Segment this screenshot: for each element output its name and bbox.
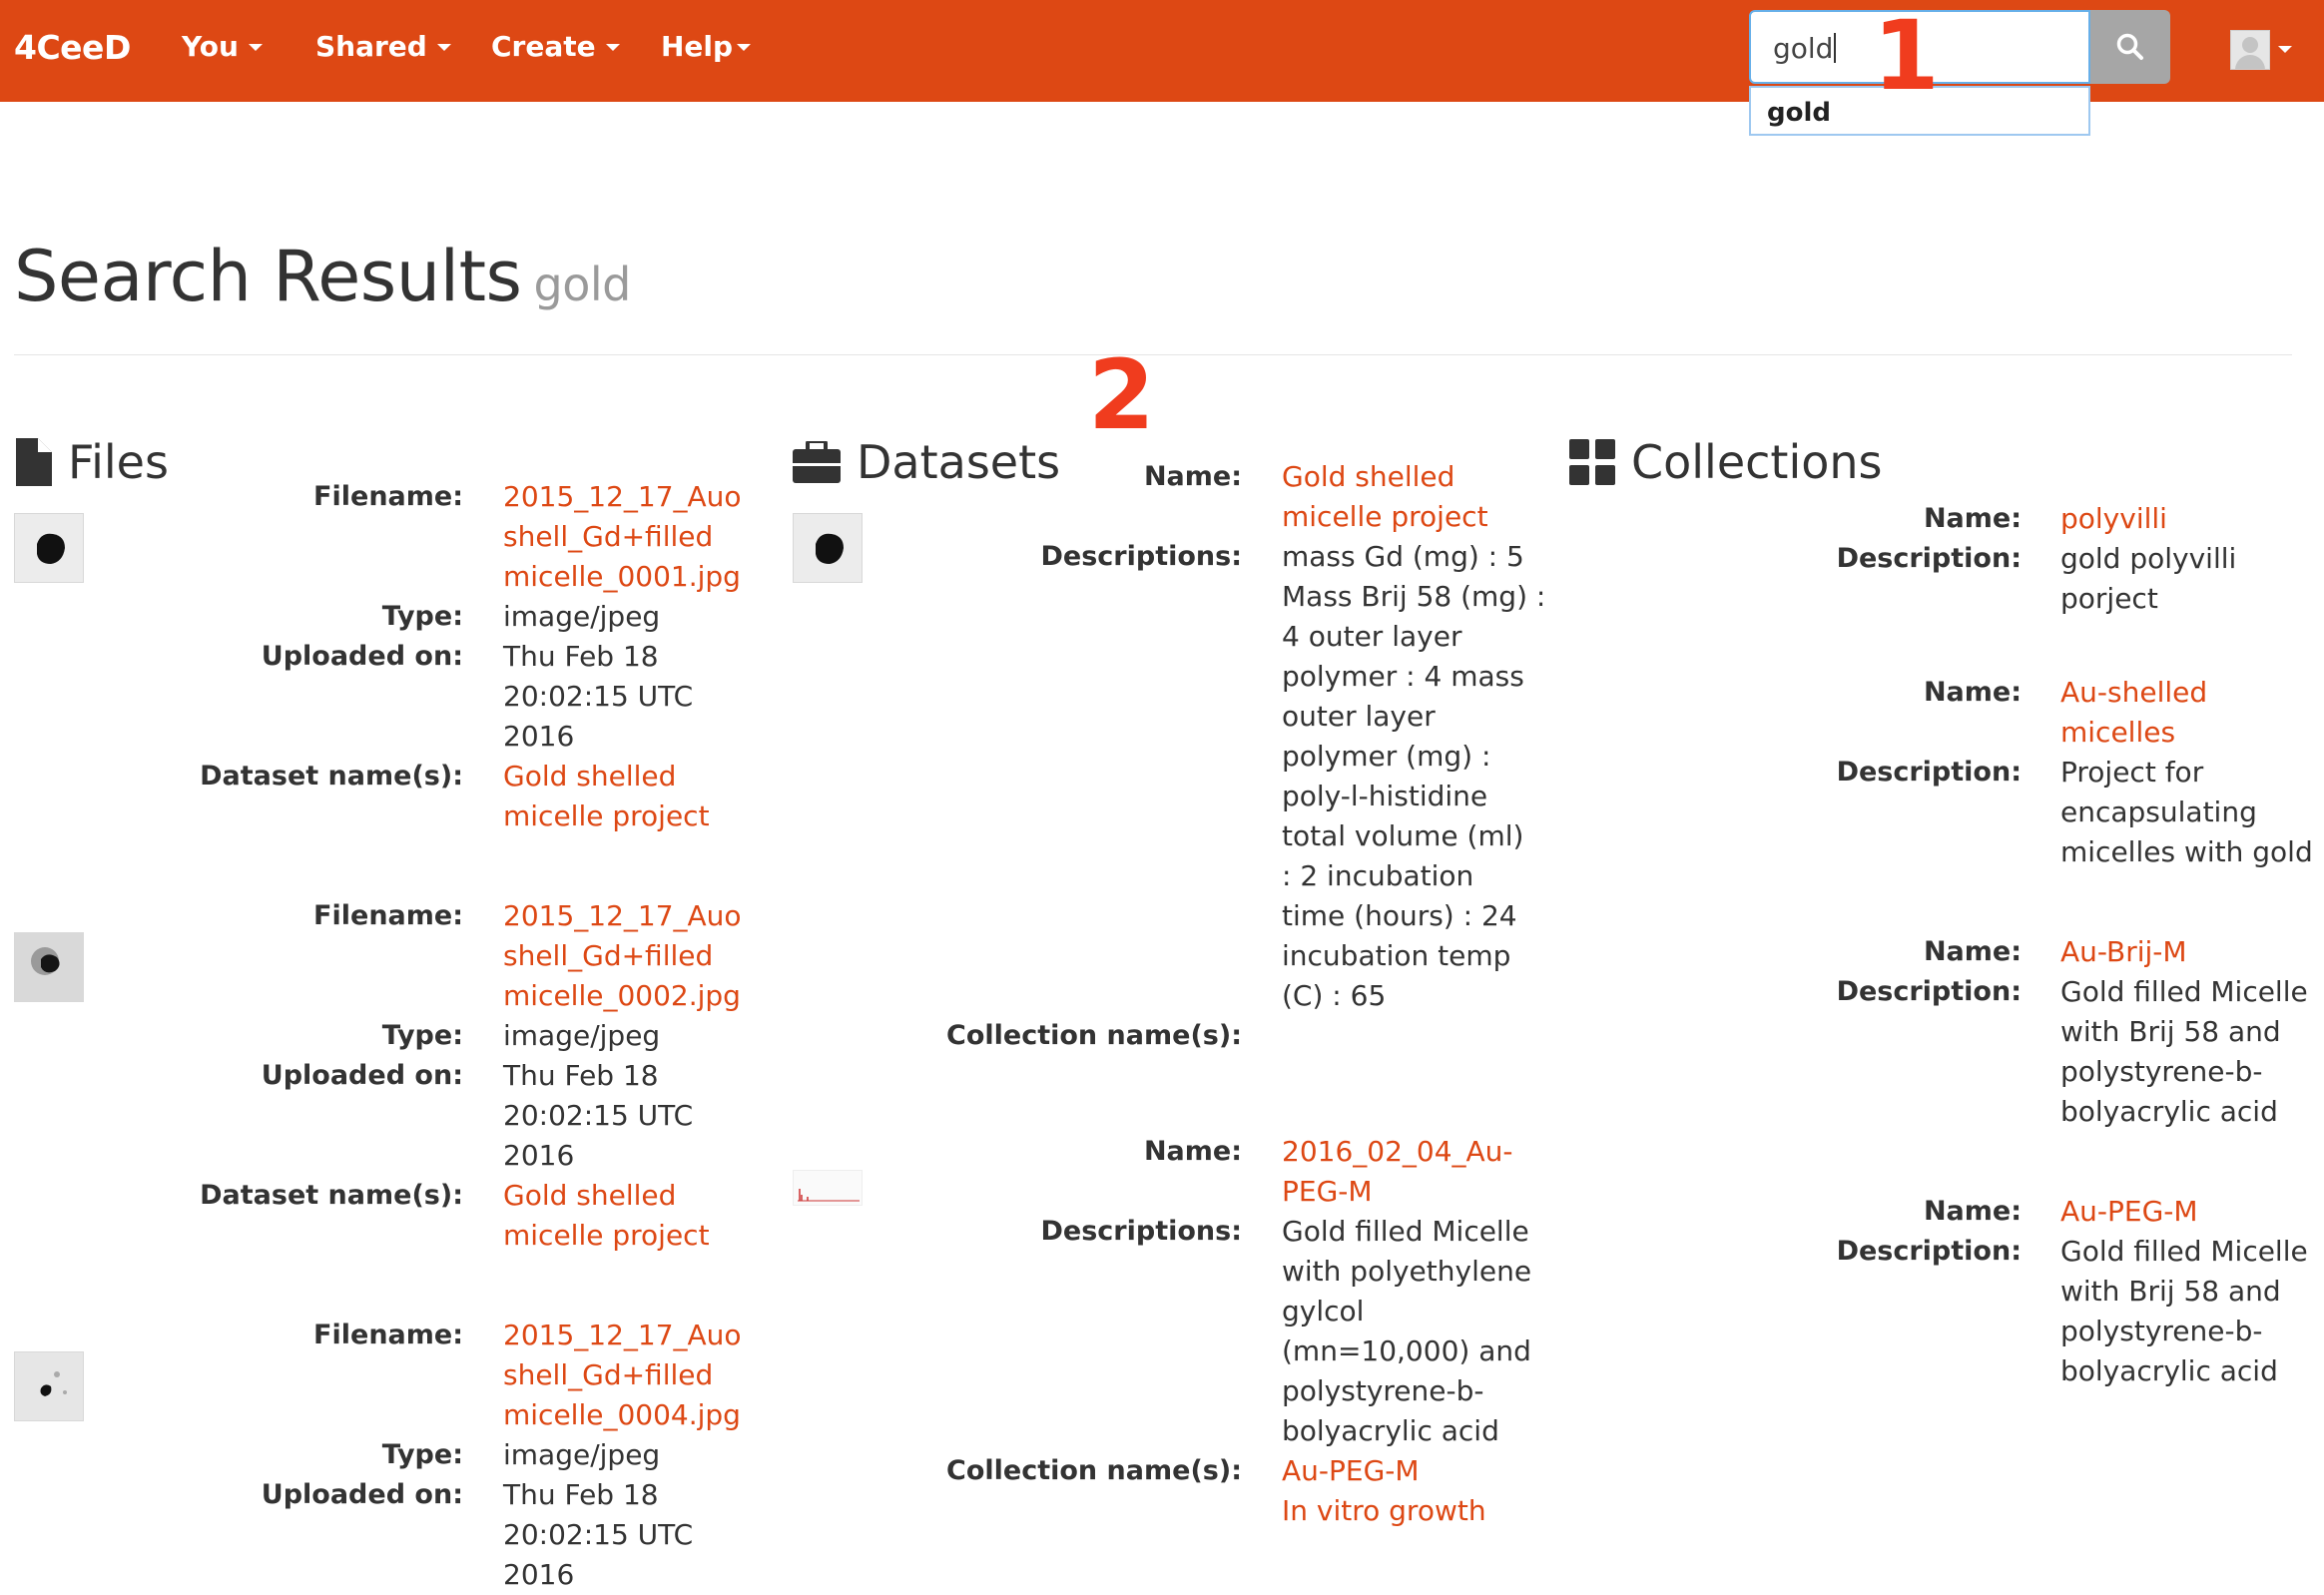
- annotation-number-1: 1: [1873, 0, 1940, 112]
- micelle-image-icon: [40, 1371, 67, 1396]
- dataset-names-label: Dataset name(s):: [200, 1180, 463, 1211]
- filename-label: Filename:: [313, 1320, 463, 1350]
- menu-help[interactable]: Help: [661, 30, 752, 63]
- search-icon: [2116, 33, 2143, 60]
- file-icon: [16, 438, 52, 486]
- dataset-link[interactable]: Gold shelled micelle project: [503, 1176, 710, 1256]
- spectrum-chart-icon: [798, 1189, 860, 1202]
- collection-description: Project for encapsulating micelles with go…: [2060, 756, 2313, 868]
- collection-links[interactable]: Au-PEG-M In vitro growth: [1282, 1451, 1486, 1531]
- menu-help-label: Help: [661, 30, 734, 63]
- description-label: Description:: [1836, 976, 2022, 1007]
- search-button[interactable]: [2090, 10, 2170, 84]
- file-uploaded-value: Thu Feb 18 20:02:15 UTC 2016: [503, 1478, 694, 1591]
- collection-names-label: Collection name(s):: [946, 1455, 1242, 1486]
- dataset-description: mass Gd (mg) : 5 Mass Brij 58 (mg) :4 out…: [1282, 540, 1546, 1012]
- name-label: Name:: [1923, 1196, 2022, 1227]
- search-input-value: gold: [1773, 32, 1834, 65]
- caret-down-icon: [605, 44, 620, 51]
- collection-names-label: Collection name(s):: [946, 1020, 1242, 1051]
- file-uploaded-value: Thu Feb 18 20:02:15 UTC 2016: [503, 640, 694, 753]
- user-avatar[interactable]: [2230, 30, 2270, 70]
- dataset-thumbnail[interactable]: [793, 513, 863, 583]
- collection-name-link[interactable]: Au-Brij-M: [2060, 932, 2187, 972]
- file-name-link[interactable]: 2015_12_17_Auo shell_Gd+filled micelle_000…: [503, 477, 742, 597]
- name-label: Name:: [1923, 503, 2022, 534]
- file-uploaded-value: Thu Feb 18 20:02:15 UTC 2016: [503, 1059, 694, 1172]
- type-label: Type:: [381, 1439, 463, 1470]
- text-cursor: [1834, 33, 1837, 63]
- uploaded-label: Uploaded on:: [261, 1479, 463, 1510]
- type-label: Type:: [381, 1020, 463, 1051]
- file-name-link[interactable]: 2015_12_17_Auo shell_Gd+filled micelle_000…: [503, 896, 742, 1016]
- search-query-subtitle: gold: [533, 258, 632, 311]
- type-label: Type:: [381, 601, 463, 632]
- description-label: Description:: [1836, 1236, 2022, 1267]
- micelle-image-icon: [816, 533, 844, 564]
- filename-label: Filename:: [313, 900, 463, 931]
- files-section-title: Files: [68, 435, 169, 489]
- uploaded-label: Uploaded on:: [261, 1060, 463, 1091]
- dataset-description: Gold filled Micelle with polyethylene gylc…: [1282, 1215, 1532, 1447]
- micelle-image-icon: [31, 947, 60, 975]
- collection-name-link[interactable]: Au-PEG-M: [2060, 1192, 2198, 1232]
- uploaded-label: Uploaded on:: [261, 641, 463, 672]
- collection-description: Gold filled Micelle with Brij 58 and polys…: [2060, 1235, 2308, 1387]
- filename-label: Filename:: [313, 481, 463, 512]
- dataset-link[interactable]: Gold shelled micelle project: [503, 757, 710, 836]
- collection-link-au-peg-m[interactable]: Au-PEG-M: [1282, 1451, 1486, 1491]
- menu-create[interactable]: Create: [491, 30, 620, 63]
- title-divider: [14, 354, 2292, 355]
- caret-down-icon: [737, 44, 752, 51]
- datasets-section-header: Datasets: [793, 435, 1060, 489]
- name-label: Name:: [1923, 936, 2022, 967]
- description-label: Description:: [1836, 757, 2022, 788]
- file-thumbnail[interactable]: [14, 932, 84, 1002]
- micelle-image-icon: [37, 533, 65, 564]
- menu-you-label: You: [182, 30, 239, 63]
- menu-shared-label: Shared: [315, 30, 427, 63]
- menu-you[interactable]: You: [182, 30, 263, 63]
- descriptions-label: Descriptions:: [1040, 1216, 1243, 1247]
- name-label: Name:: [1923, 677, 2022, 708]
- avatar-body-shape: [2235, 55, 2265, 69]
- name-label: Name:: [1143, 461, 1242, 492]
- collections-section-title: Collections: [1631, 435, 1883, 489]
- collection-name-link[interactable]: polyvilli: [2060, 499, 2167, 539]
- caret-down-icon: [436, 44, 451, 51]
- avatar-caret-down-icon[interactable]: [2278, 46, 2292, 53]
- file-name-link[interactable]: 2015_12_17_Auo shell_Gd+filled micelle_000…: [503, 1316, 742, 1435]
- file-type-value: image/jpeg: [503, 600, 661, 633]
- collection-name-link[interactable]: Au-shelled micelles: [2060, 673, 2207, 753]
- file-thumbnail[interactable]: [14, 513, 84, 583]
- brand-logo-link[interactable]: 4CeeD: [14, 28, 131, 67]
- menu-shared[interactable]: Shared: [315, 30, 451, 63]
- grid-icon: [1569, 439, 1615, 485]
- briefcase-icon: [793, 441, 841, 483]
- datasets-section-title: Datasets: [857, 435, 1061, 489]
- menu-create-label: Create: [491, 30, 596, 63]
- file-thumbnail[interactable]: [14, 1351, 84, 1421]
- dataset-name-link[interactable]: 2016_02_04_Au- PEG-M: [1282, 1132, 1513, 1212]
- file-type-value: image/jpeg: [503, 1019, 661, 1052]
- page-title: Search Results gold: [14, 236, 631, 317]
- collection-description: gold polyvilli porject: [2060, 542, 2237, 615]
- avatar-head-shape: [2242, 37, 2258, 53]
- file-type-value: image/jpeg: [503, 1438, 661, 1471]
- dataset-names-label: Dataset name(s):: [200, 761, 463, 792]
- collection-description: Gold filled Micelle with Brij 58 and polys…: [2060, 975, 2308, 1128]
- dataset-thumbnail[interactable]: [793, 1170, 863, 1206]
- files-section-header: Files: [16, 435, 169, 489]
- name-label: Name:: [1143, 1136, 1242, 1167]
- descriptions-label: Descriptions:: [1040, 541, 1243, 572]
- description-label: Description:: [1836, 543, 2022, 574]
- annotation-number-2: 2: [1088, 339, 1155, 451]
- collections-section-header: Collections: [1569, 435, 1883, 489]
- dataset-name-link[interactable]: Gold shelled micelle project: [1282, 457, 1488, 537]
- collection-link-in-vitro-growth[interactable]: In vitro growth: [1282, 1491, 1486, 1531]
- caret-down-icon: [248, 44, 263, 51]
- page-title-text: Search Results: [14, 236, 522, 317]
